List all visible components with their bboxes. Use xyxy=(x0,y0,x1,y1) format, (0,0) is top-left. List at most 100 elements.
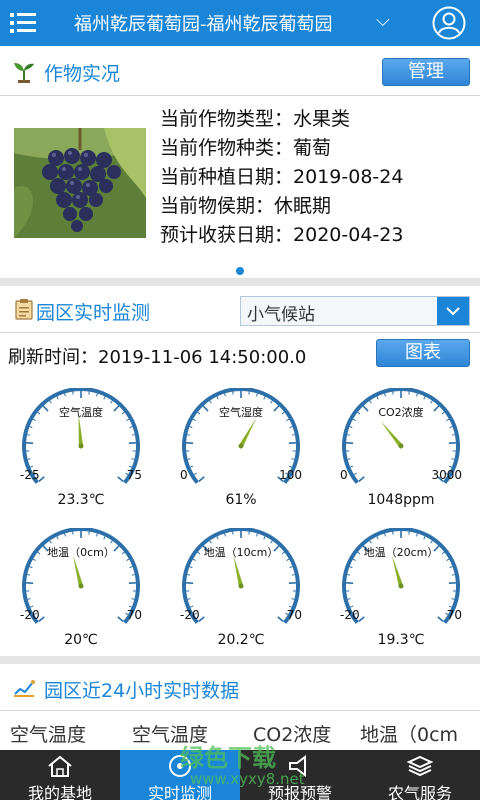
gauge-tick xyxy=(111,401,113,403)
gauge-tick xyxy=(188,459,191,460)
gauge-tick xyxy=(359,617,364,621)
history-table-header: 空气温度 空气温度 CO2浓度 地温（0cm xyxy=(0,720,480,750)
crop-species-label: 当前作物种类： xyxy=(160,137,293,159)
gauge-tick xyxy=(30,427,33,428)
gauge-tick xyxy=(271,541,273,543)
gauge: 空气温度-257523.3℃ xyxy=(6,388,156,513)
gauge-tick xyxy=(424,397,425,400)
gauge-tick xyxy=(65,533,66,536)
gauge-value: 20.2℃ xyxy=(166,632,316,648)
gauge-tick xyxy=(359,477,364,481)
sprout-icon xyxy=(12,61,36,83)
gauge-tick xyxy=(377,537,378,540)
tab-realtime-monitor[interactable]: 实时监测 xyxy=(120,750,240,800)
history-section-title: 园区近24小时实时数据 xyxy=(44,676,239,703)
gauge-tick xyxy=(348,459,351,460)
gauge-tick xyxy=(50,541,52,543)
gauge-tick xyxy=(424,537,425,540)
gauge-tick xyxy=(451,599,454,600)
gauge-name: 空气温度 xyxy=(6,404,156,420)
gauge-tick xyxy=(385,533,386,536)
page-indicator-dot xyxy=(236,267,244,275)
section-divider xyxy=(0,278,480,286)
crop-section-title: 作物实况 xyxy=(44,59,120,86)
gauge-tick xyxy=(190,466,193,467)
gauge-tick xyxy=(57,397,58,400)
harvest-date-row: 预计收获日期：2020-04-23 xyxy=(160,220,403,247)
user-icon[interactable] xyxy=(432,6,466,40)
gauge-tick xyxy=(452,435,455,436)
gauge-tick xyxy=(96,393,97,396)
gauge-hub xyxy=(79,584,84,589)
gauge-value: 1048ppm xyxy=(326,492,476,508)
phenology-value: 休眠期 xyxy=(274,195,331,217)
history-section-header: 园区近24小时实时数据 xyxy=(0,666,480,710)
gauge-tick xyxy=(190,427,193,428)
gauge-name: 地温（10cm） xyxy=(166,544,316,560)
gauge-tick xyxy=(264,397,265,400)
gauge-max-label: 70 xyxy=(127,608,142,622)
warning-icon xyxy=(286,754,314,778)
gauge-tick xyxy=(370,541,372,543)
tab-label: 农气服务 xyxy=(360,780,480,804)
station-select[interactable]: 小气候站 xyxy=(240,296,470,326)
gauge-tick xyxy=(256,393,257,396)
select-arrow[interactable] xyxy=(437,297,469,325)
tab-agro-service[interactable]: 农气服务 xyxy=(360,750,480,800)
gauge-value: 23.3℃ xyxy=(6,492,156,508)
menu-icon[interactable] xyxy=(8,8,38,38)
gauge-tick xyxy=(118,477,123,481)
tab-forecast-warning[interactable]: 预报预警 xyxy=(240,750,360,800)
gauge-tick xyxy=(290,567,293,568)
garden-title[interactable]: 福州乾辰葡萄园-福州乾辰葡萄园 xyxy=(74,10,333,36)
section-divider xyxy=(0,656,480,664)
gauge-tick xyxy=(291,459,294,460)
gauge-name: 地温（0cm） xyxy=(6,544,156,560)
gauge-tick xyxy=(438,617,443,621)
gauge-tick xyxy=(50,401,52,403)
gauge-tick xyxy=(370,401,372,403)
gauge-min-label: -20 xyxy=(180,608,200,622)
gauge-tick xyxy=(290,427,293,428)
chevron-down-icon[interactable]: ⌵ xyxy=(376,10,390,31)
gauge-tick xyxy=(385,393,386,396)
tab-my-base[interactable]: 我的基地 xyxy=(0,750,120,800)
gauge-tick xyxy=(130,427,133,428)
gauge-needle xyxy=(381,421,403,447)
gauge-tick xyxy=(452,575,455,576)
title-bar: 福州乾辰葡萄园-福州乾辰葡萄园 ⌵ xyxy=(0,0,480,46)
bottom-tab-bar: 我的基地 实时监测 预报预警 农气服务 xyxy=(0,750,480,800)
gauge-tick xyxy=(104,537,105,540)
gauge-tick xyxy=(132,435,135,436)
gauge-tick xyxy=(131,599,134,600)
chevron-down-icon xyxy=(437,297,469,325)
gauge-tick xyxy=(431,401,433,403)
grape-photo xyxy=(14,128,146,238)
gauge-tick xyxy=(65,393,66,396)
gauge-tick xyxy=(27,435,30,436)
gauge-tick xyxy=(256,533,257,536)
gauge-tick xyxy=(291,599,294,600)
layers-icon xyxy=(406,754,434,778)
crop-card[interactable]: 当前作物类型：水果类 当前作物种类：葡萄 当前种植日期：2019-08-24 当… xyxy=(0,96,480,276)
column-header: 空气温度 xyxy=(132,720,208,747)
gauge-tick xyxy=(28,599,31,600)
home-icon xyxy=(46,754,74,778)
crop-type-value: 水果类 xyxy=(293,108,350,130)
divider xyxy=(0,332,480,333)
gauge-value: 61% xyxy=(166,492,316,508)
gauge-tick xyxy=(348,599,351,600)
refresh-label: 刷新时间： xyxy=(8,347,98,368)
manage-button[interactable]: 管理 xyxy=(382,58,470,86)
gauge-tick xyxy=(210,541,212,543)
chart-button[interactable]: 图表 xyxy=(376,339,470,367)
gauge-tick xyxy=(131,459,134,460)
clipboard-icon xyxy=(12,298,36,320)
column-header: 地温（0cm xyxy=(360,720,458,747)
tab-label: 我的基地 xyxy=(0,780,120,804)
refresh-time: 刷新时间：2019-11-06 14:50:00.0 xyxy=(8,343,306,369)
gauge-hub xyxy=(239,444,244,449)
gauge-tick xyxy=(199,477,204,481)
station-select-value: 小气候站 xyxy=(247,300,315,325)
gauge-tick xyxy=(217,397,218,400)
